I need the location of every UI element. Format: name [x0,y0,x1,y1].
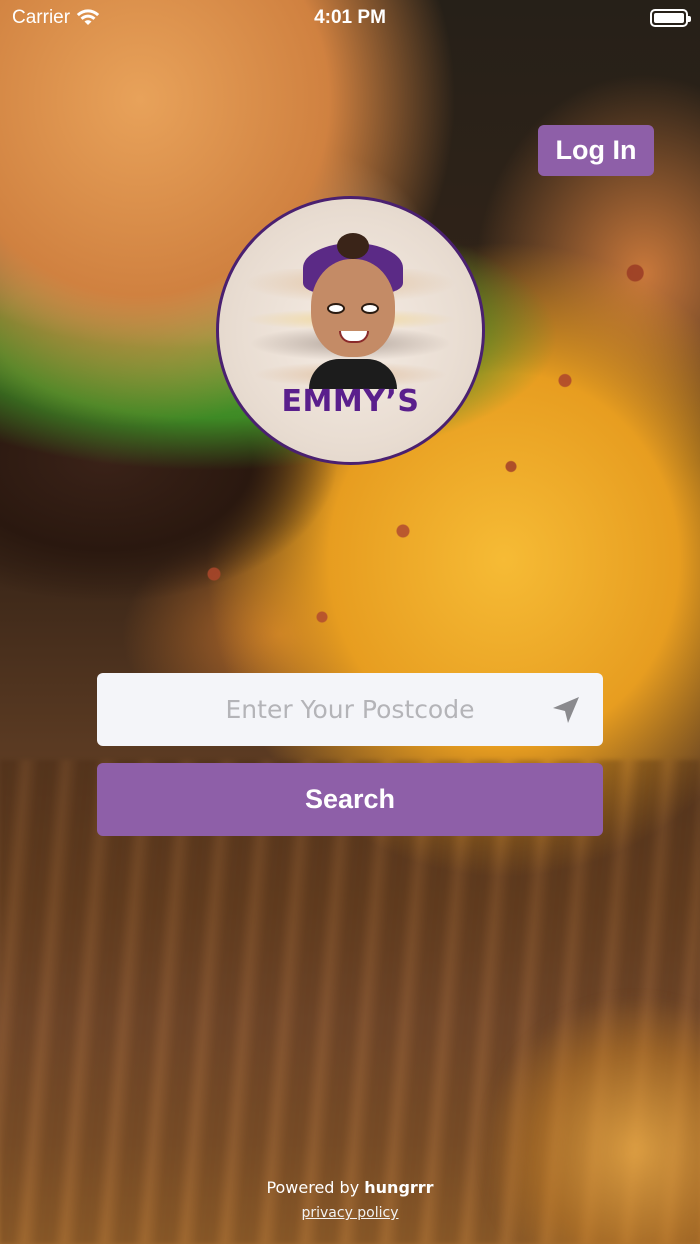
background-food-photo [0,0,700,1244]
powered-by-prefix: Powered by [266,1178,360,1197]
battery-icon [650,9,691,27]
footer: Powered by hungrrr privacy policy [0,1178,700,1222]
avatar-hair-bun [337,233,369,259]
postcode-input[interactable] [97,673,603,746]
avatar-eye-right [361,303,379,314]
powered-by-brand: hungrrr [364,1178,434,1197]
status-bar: Carrier 4:01 PM [0,0,700,40]
restaurant-logo: EMMY’S [216,196,485,465]
powered-by-text: Powered by hungrrr [0,1178,700,1197]
status-time: 4:01 PM [314,7,386,28]
login-button[interactable]: Log In [538,125,654,176]
search-button[interactable]: Search [97,763,603,836]
privacy-policy-link[interactable]: privacy policy [301,1205,398,1221]
location-arrow-icon[interactable] [551,695,581,725]
postcode-field[interactable] [97,673,603,746]
avatar-eye-left [327,303,345,314]
logo-name: EMMY’S [281,384,420,419]
